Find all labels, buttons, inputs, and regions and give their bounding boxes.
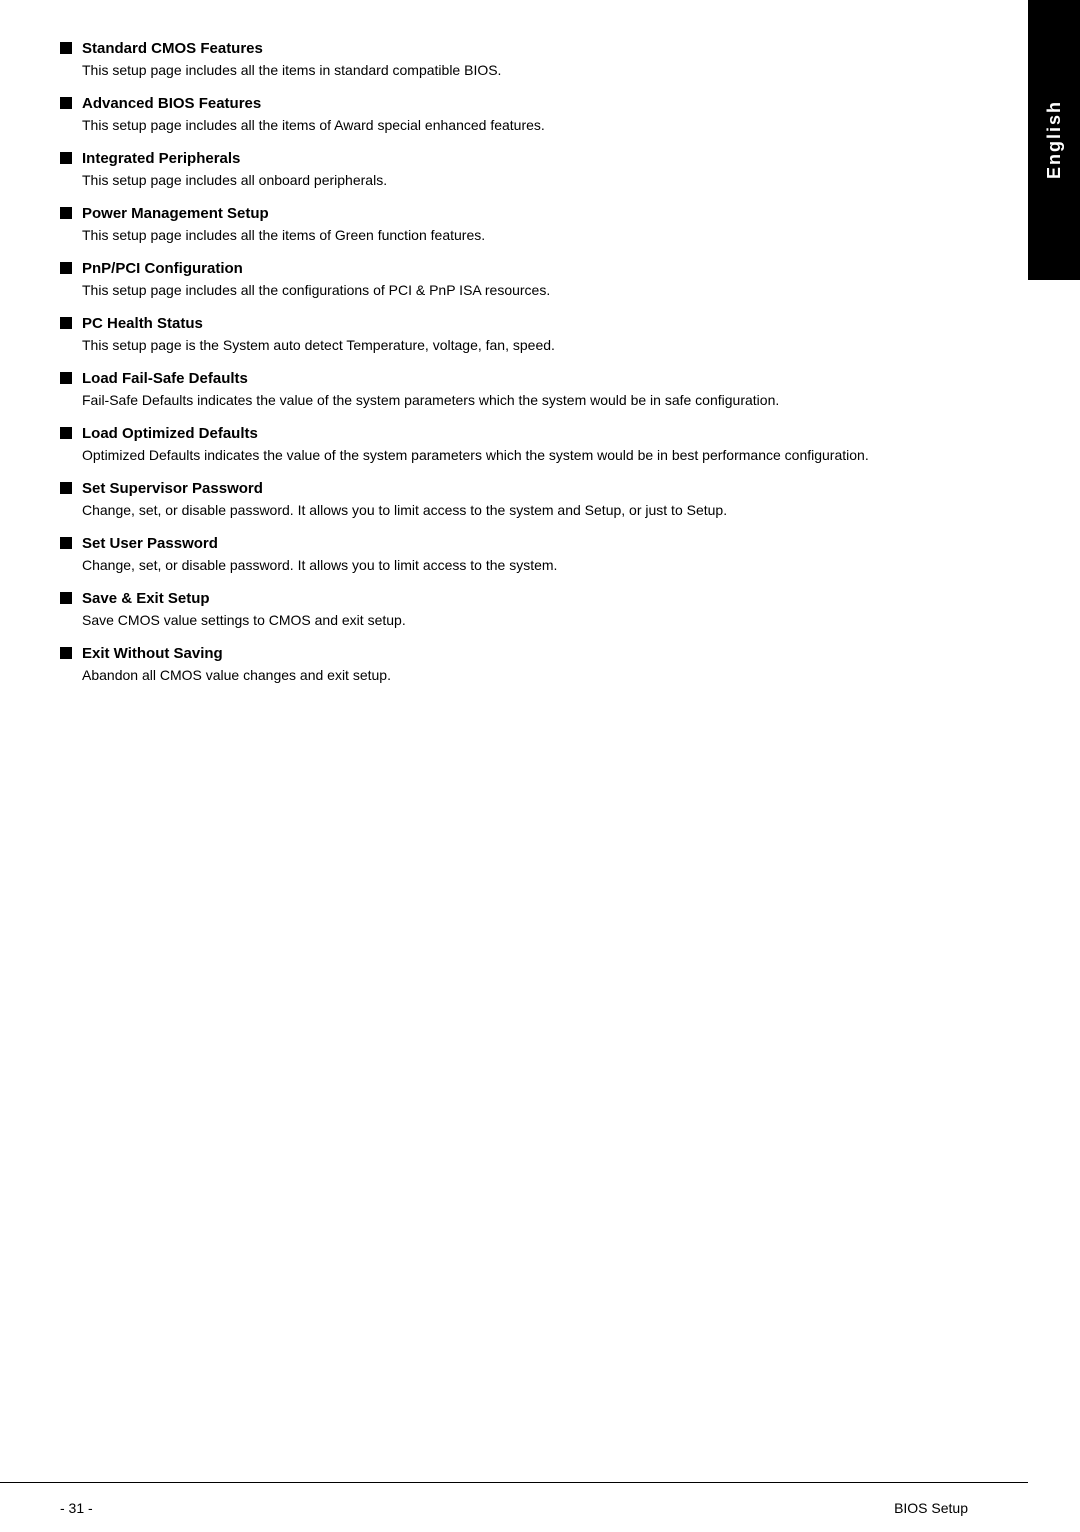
- menu-title-text: Load Optimized Defaults: [82, 425, 258, 442]
- bullet-icon: [60, 262, 72, 274]
- footer-page: - 31 -: [60, 1500, 93, 1516]
- bullet-icon: [60, 647, 72, 659]
- menu-description: Fail-Safe Defaults indicates the value o…: [82, 390, 1000, 411]
- bullet-icon: [60, 537, 72, 549]
- menu-description: This setup page includes all the items i…: [82, 60, 1000, 81]
- menu-title-text: PnP/PCI Configuration: [82, 260, 243, 277]
- footer: - 31 - BIOS Setup: [0, 1482, 1028, 1532]
- menu-title: PC Health Status: [60, 315, 1000, 332]
- menu-title: Exit Without Saving: [60, 645, 1000, 662]
- page-container: English Standard CMOS Features This setup…: [0, 0, 1080, 1532]
- footer-label: BIOS Setup: [894, 1500, 968, 1516]
- menu-description: Change, set, or disable password. It all…: [82, 500, 1000, 521]
- menu-description: This setup page includes all the items o…: [82, 225, 1000, 246]
- menu-title: PnP/PCI Configuration: [60, 260, 1000, 277]
- menu-title-text: Save & Exit Setup: [82, 590, 210, 607]
- bullet-icon: [60, 372, 72, 384]
- main-content: Standard CMOS Features This setup page in…: [60, 40, 1000, 1452]
- menu-description: This setup page includes all the configu…: [82, 280, 1000, 301]
- menu-item: Set User Password Change, set, or disable…: [60, 535, 1000, 576]
- menu-item: Save & Exit Setup Save CMOS value setting…: [60, 590, 1000, 631]
- menu-title-text: Exit Without Saving: [82, 645, 223, 662]
- menu-title-text: Set Supervisor Password: [82, 480, 263, 497]
- menu-title: Integrated Peripherals: [60, 150, 1000, 167]
- menu-description: Abandon all CMOS value changes and exit …: [82, 665, 1000, 686]
- menu-title: Set Supervisor Password: [60, 480, 1000, 497]
- menu-item: Standard CMOS Features This setup page in…: [60, 40, 1000, 81]
- menu-item: Integrated Peripherals This setup page in…: [60, 150, 1000, 191]
- menu-item: Load Optimized Defaults Optimized Default…: [60, 425, 1000, 466]
- menu-title-text: Load Fail-Safe Defaults: [82, 370, 248, 387]
- menu-description: This setup page includes all onboard per…: [82, 170, 1000, 191]
- menu-title-text: Power Management Setup: [82, 205, 269, 222]
- english-tab-text: English: [1044, 100, 1065, 179]
- menu-title: Advanced BIOS Features: [60, 95, 1000, 112]
- menu-description: Change, set, or disable password. It all…: [82, 555, 1000, 576]
- menu-title-text: Standard CMOS Features: [82, 40, 263, 57]
- menu-description: This setup page is the System auto detec…: [82, 335, 1000, 356]
- menu-item: Exit Without Saving Abandon all CMOS valu…: [60, 645, 1000, 686]
- menu-description: Optimized Defaults indicates the value o…: [82, 445, 1000, 466]
- menu-title: Save & Exit Setup: [60, 590, 1000, 607]
- menu-item: Power Management Setup This setup page in…: [60, 205, 1000, 246]
- menu-title-text: Advanced BIOS Features: [82, 95, 261, 112]
- menu-title: Standard CMOS Features: [60, 40, 1000, 57]
- menu-title: Load Optimized Defaults: [60, 425, 1000, 442]
- menu-title-text: Set User Password: [82, 535, 218, 552]
- bullet-icon: [60, 42, 72, 54]
- menu-title: Set User Password: [60, 535, 1000, 552]
- bullet-icon: [60, 482, 72, 494]
- menu-item: Set Supervisor Password Change, set, or d…: [60, 480, 1000, 521]
- english-tab: English: [1028, 0, 1080, 280]
- menu-title-text: PC Health Status: [82, 315, 203, 332]
- menu-item: Load Fail-Safe Defaults Fail-Safe Default…: [60, 370, 1000, 411]
- bullet-icon: [60, 207, 72, 219]
- bullet-icon: [60, 97, 72, 109]
- menu-item: PnP/PCI Configuration This setup page inc…: [60, 260, 1000, 301]
- bullet-icon: [60, 317, 72, 329]
- menu-description: Save CMOS value settings to CMOS and exi…: [82, 610, 1000, 631]
- bullet-icon: [60, 152, 72, 164]
- menu-title: Load Fail-Safe Defaults: [60, 370, 1000, 387]
- menu-item: PC Health Status This setup page is the S…: [60, 315, 1000, 356]
- bullet-icon: [60, 427, 72, 439]
- bullet-icon: [60, 592, 72, 604]
- menu-description: This setup page includes all the items o…: [82, 115, 1000, 136]
- menu-item: Advanced BIOS Features This setup page in…: [60, 95, 1000, 136]
- menu-title: Power Management Setup: [60, 205, 1000, 222]
- menu-title-text: Integrated Peripherals: [82, 150, 240, 167]
